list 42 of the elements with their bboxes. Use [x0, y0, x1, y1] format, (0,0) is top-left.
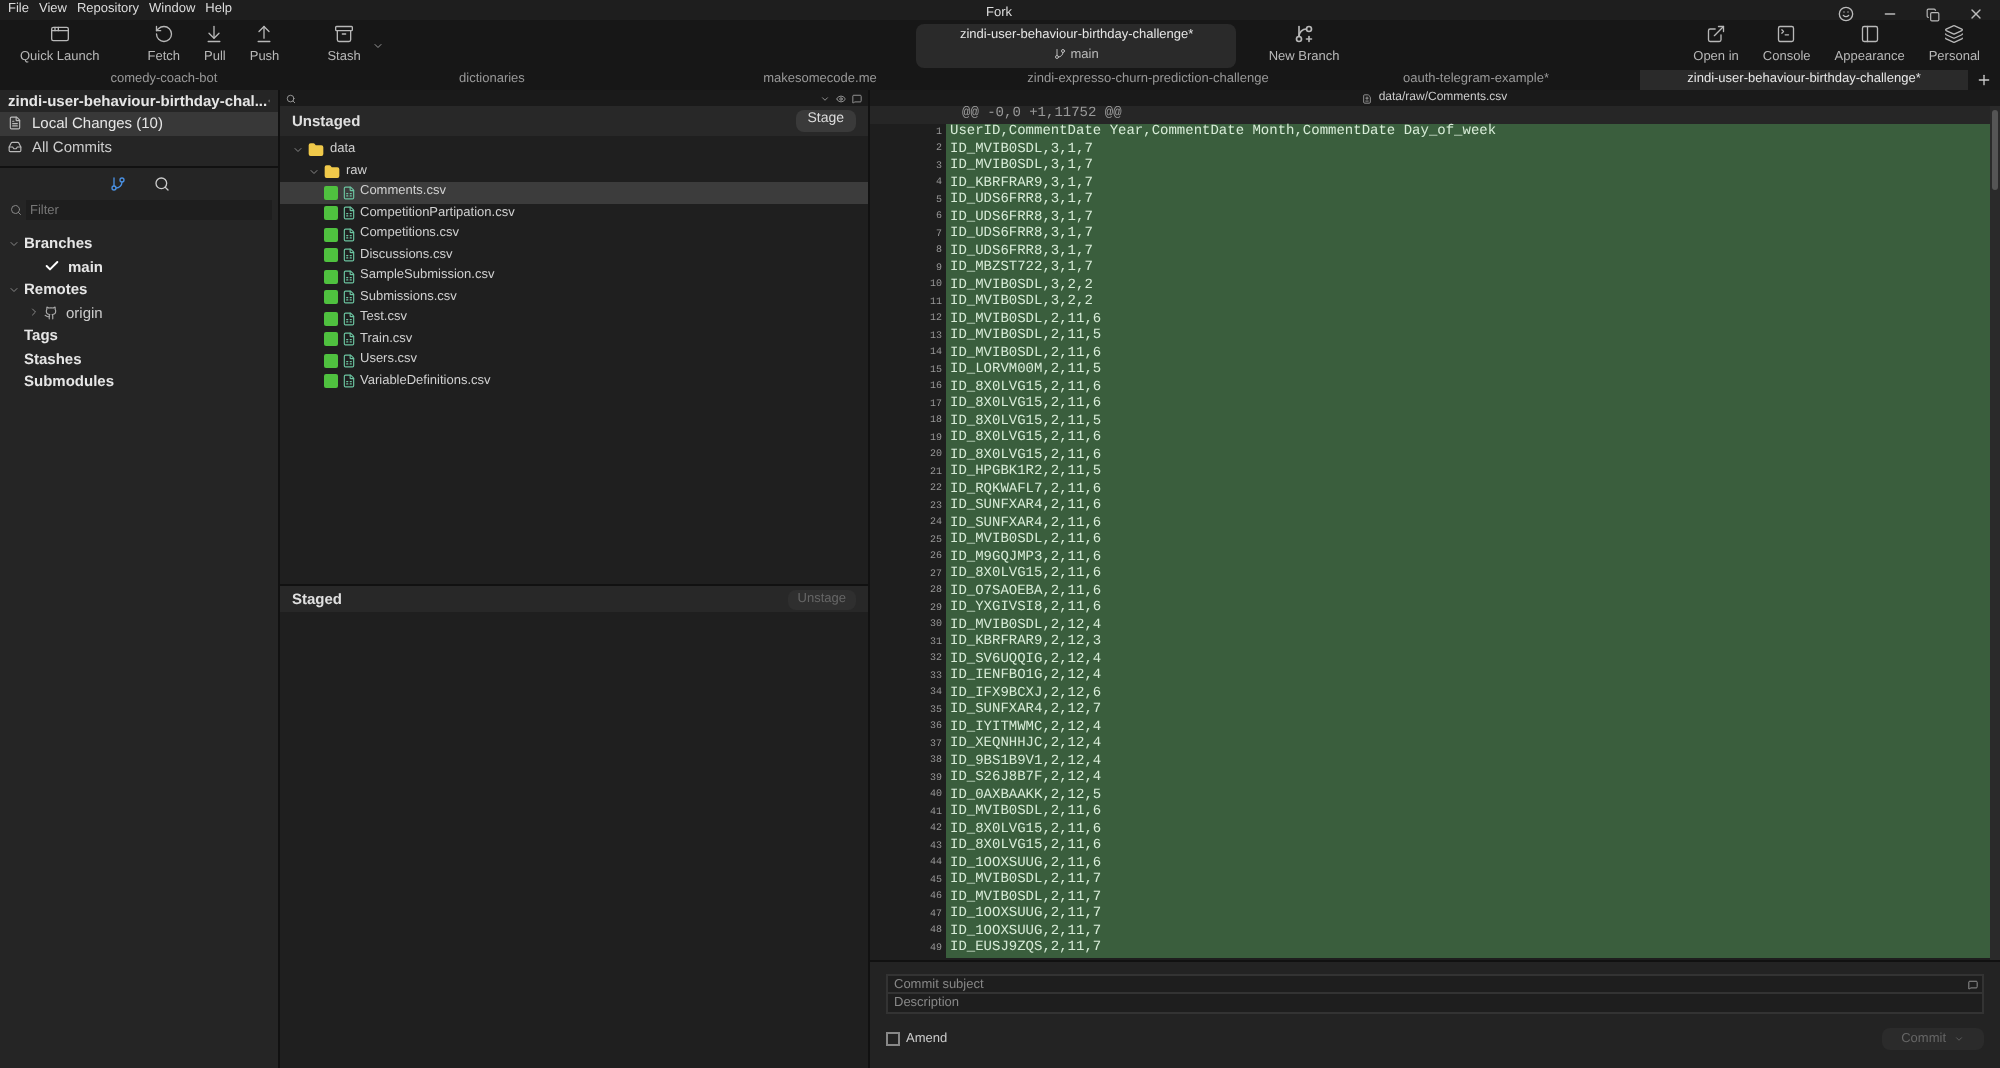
github-icon	[44, 305, 58, 320]
spreadsheet-icon	[342, 269, 356, 284]
file-icon	[1362, 93, 1373, 103]
spreadsheet-icon	[342, 206, 356, 221]
spreadsheet-icon	[342, 290, 356, 305]
spreadsheet-icon	[342, 185, 356, 200]
stash-icon	[334, 23, 354, 44]
add-tab-icon[interactable]	[1976, 72, 1992, 88]
folder-icon	[308, 142, 324, 159]
caret-icon[interactable]	[372, 39, 385, 51]
search-icon	[10, 204, 22, 216]
eye-icon[interactable]	[836, 93, 846, 103]
comment-icon[interactable]	[852, 93, 862, 103]
spreadsheet-icon	[342, 227, 356, 242]
branch-plus-icon	[1294, 23, 1315, 44]
feedback-icon[interactable]	[1838, 6, 1854, 22]
push-icon	[254, 23, 275, 44]
window-icon	[49, 23, 70, 44]
branch-icon	[1054, 48, 1067, 61]
folder-icon	[324, 163, 340, 180]
search-icon[interactable]	[153, 176, 169, 192]
inbox-icon	[8, 139, 22, 154]
document-icon	[8, 116, 22, 131]
branch-icon[interactable]	[109, 176, 125, 192]
caret-icon	[1954, 1034, 1964, 1044]
spreadsheet-icon	[342, 374, 356, 389]
spreadsheet-icon	[342, 332, 356, 347]
terminal-icon	[1776, 23, 1797, 44]
spreadsheet-icon	[342, 248, 356, 263]
restore-icon[interactable]	[1926, 7, 1940, 21]
layers-icon	[1944, 23, 1965, 44]
scrollbar[interactable]	[1990, 106, 2000, 960]
search-icon[interactable]	[286, 93, 296, 103]
comment-icon[interactable]	[1968, 979, 1978, 989]
caret-icon[interactable]	[820, 93, 830, 103]
external-link-icon	[1706, 23, 1727, 44]
spreadsheet-icon	[342, 353, 356, 368]
fetch-icon	[153, 23, 174, 44]
spreadsheet-icon	[342, 311, 356, 326]
pull-icon	[204, 23, 225, 44]
panel-icon	[1859, 23, 1880, 44]
close-icon[interactable]	[1968, 6, 1984, 22]
